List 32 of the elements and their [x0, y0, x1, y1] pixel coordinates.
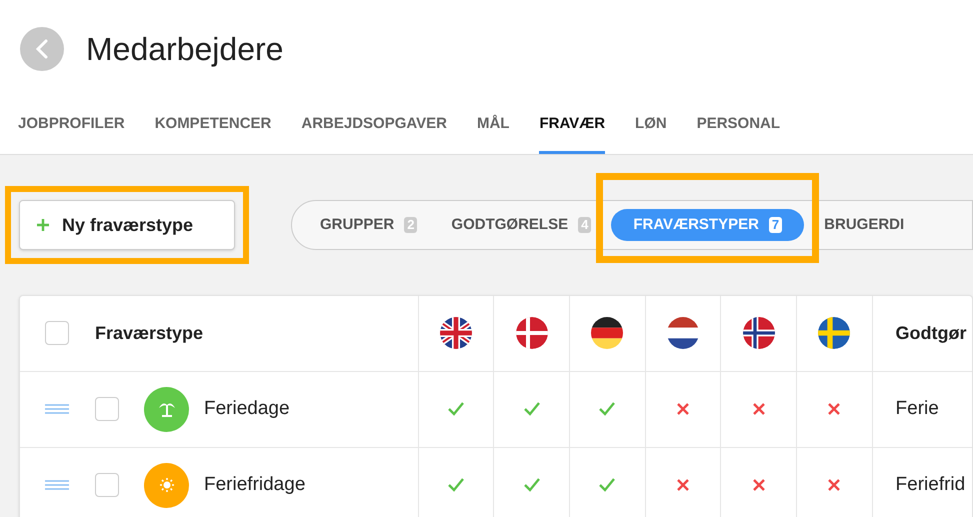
flag-icon [742, 317, 775, 350]
back-button[interactable] [20, 27, 64, 71]
back-icon [35, 39, 49, 59]
compensation-name: Ferie [896, 398, 939, 419]
flag-icon [666, 317, 699, 350]
new-absence-type-button[interactable]: Ny fraværstype [19, 200, 235, 250]
flag-icon [516, 317, 548, 350]
count-badge: 7 [768, 217, 782, 233]
absence-type-name: Feriedage [204, 396, 290, 421]
column-header: Fraværstype [95, 322, 204, 345]
absence-type-name: Feriefridage [204, 472, 306, 497]
drag-handle-icon[interactable] [45, 480, 69, 490]
tab[interactable]: FRAVÆR [539, 98, 606, 154]
tab[interactable]: KOMPETENCER [154, 98, 272, 154]
drag-handle-icon[interactable] [45, 404, 69, 414]
segment-tab[interactable]: FRAVÆRSTYPER 7 [611, 209, 804, 241]
flag-icon [818, 317, 850, 350]
tab[interactable]: PERSONAL [696, 98, 780, 154]
checkbox[interactable] [95, 473, 119, 497]
checkbox[interactable] [95, 397, 119, 421]
segment-tab[interactable]: BRUGERDI [810, 209, 918, 241]
compensation-name: Feriefrid [896, 474, 966, 495]
tab[interactable]: LØN [635, 98, 667, 154]
flag-icon [440, 317, 472, 350]
tab[interactable]: ARBEJDSOPGAVER [301, 98, 447, 154]
column-header: Godtgør [896, 322, 967, 343]
flag-icon [591, 317, 624, 350]
tab[interactable]: JOBPROFILER [18, 98, 125, 154]
plus-icon [36, 218, 50, 232]
checkbox[interactable] [45, 321, 69, 346]
page-title: Medarbejdere [86, 30, 284, 69]
tab[interactable]: MÅL [476, 98, 510, 154]
